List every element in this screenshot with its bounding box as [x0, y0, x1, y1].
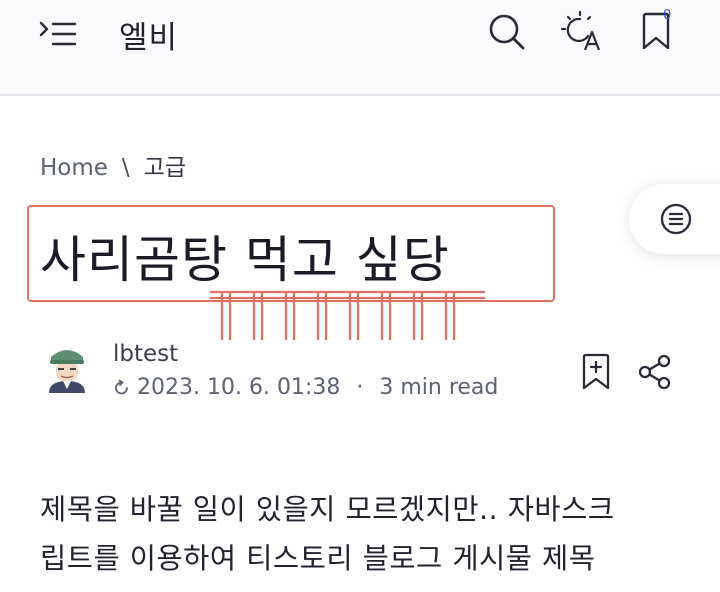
meta-separator: ·: [356, 375, 364, 400]
theme-toggle-icon: [560, 10, 601, 51]
table-of-contents-icon: [660, 203, 692, 235]
site-title[interactable]: 엘비: [119, 12, 178, 57]
breadcrumb-home[interactable]: Home: [40, 155, 108, 181]
bookmark-add-icon: [582, 353, 610, 390]
bookmarks-button[interactable]: 0: [636, 8, 680, 54]
author-name[interactable]: lbtest: [113, 341, 178, 367]
search-button[interactable]: [485, 10, 529, 54]
post-meta: 2023. 10. 6. 01:38 · 3 min read: [113, 375, 498, 400]
author-avatar[interactable]: [45, 343, 89, 393]
breadcrumb-separator: \: [121, 155, 130, 181]
top-bar: 엘비 0: [0, 0, 720, 96]
bookmark-count-badge: 0: [663, 8, 672, 23]
breadcrumb: Home \ 고급: [40, 148, 186, 182]
post-title: 사리곰탕 먹고 싶당: [40, 231, 450, 289]
post-date: 2023. 10. 6. 01:38: [137, 375, 341, 400]
share-button[interactable]: [634, 350, 676, 394]
search-icon: [489, 14, 525, 50]
post-body: 제목을 바꿀 일이 있을지 모르겠지만.. 자바스크 립트를 이용하여 티스토리…: [40, 485, 690, 583]
theme-toggle-button[interactable]: [560, 10, 604, 54]
breadcrumb-category[interactable]: 고급: [144, 155, 186, 181]
annotation-marks: [210, 290, 485, 340]
save-post-button[interactable]: [575, 350, 617, 394]
refresh-icon: [115, 379, 128, 394]
read-time: 3 min read: [379, 375, 499, 400]
menu-button[interactable]: [36, 14, 80, 54]
body-line: 제목을 바꿀 일이 있을지 모르겠지만.. 자바스크: [40, 493, 615, 526]
bookmark-icon: [642, 12, 670, 50]
body-line: 립트를 이용하여 티스토리 블로그 게시물 제목: [40, 542, 596, 575]
share-icon: [638, 354, 671, 390]
table-of-contents-button[interactable]: [629, 184, 720, 254]
menu-icon: [39, 21, 77, 46]
